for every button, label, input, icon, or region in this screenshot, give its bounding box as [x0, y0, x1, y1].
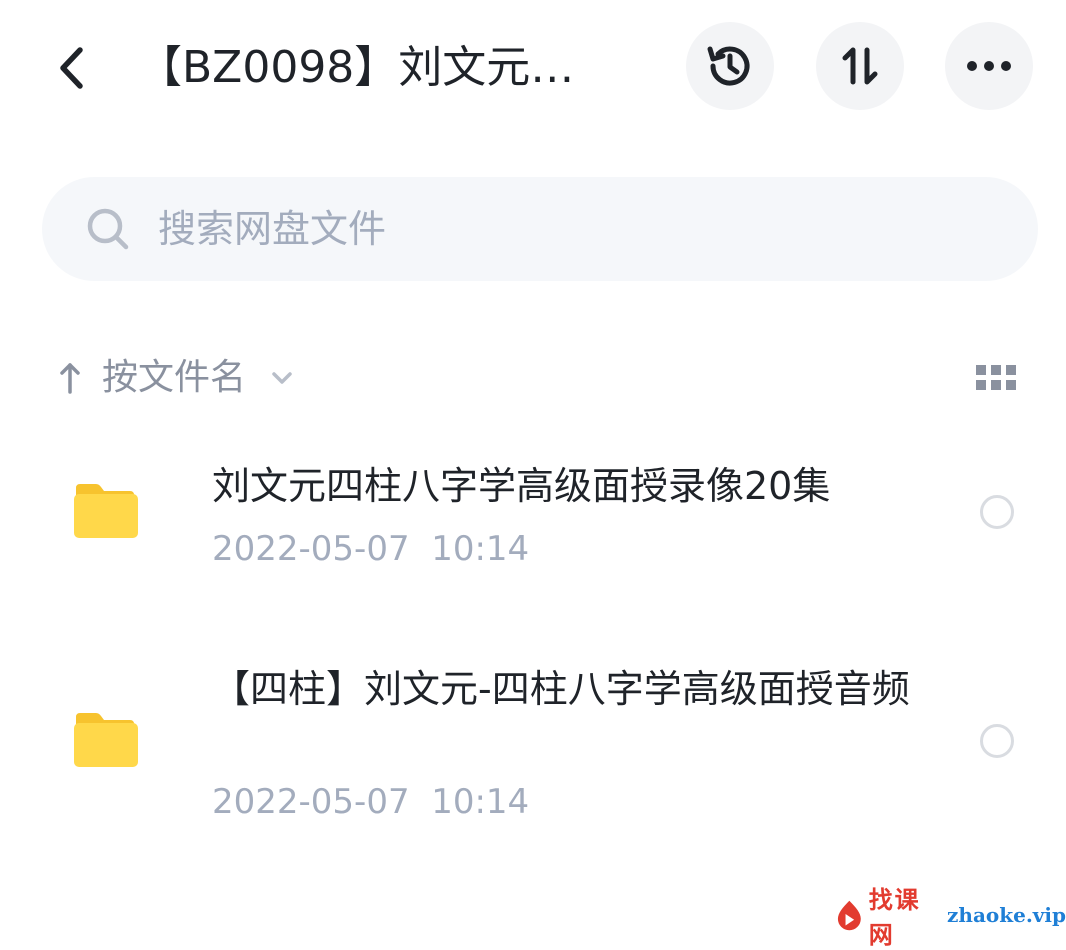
watermark-cn: 找课网: [868, 886, 921, 949]
watermark-en: zhaoke.vip: [947, 903, 1066, 927]
file-name: 刘文元四柱八字学高级面授录像20集: [212, 464, 831, 508]
search-bar[interactable]: [42, 177, 1038, 281]
sort-label: 按文件名: [102, 357, 247, 398]
file-name: 【四柱】刘文元-四柱八字学高级面授音频: [212, 667, 910, 711]
file-date: 2022-05-07 10:14: [212, 529, 530, 569]
folder-icon: [74, 713, 138, 767]
play-logo-icon: [837, 900, 861, 931]
history-button[interactable]: [686, 22, 774, 110]
watermark: 找课网 zhaoke.vip: [836, 886, 1066, 949]
history-icon: [707, 46, 750, 86]
more-button[interactable]: [945, 22, 1033, 110]
back-button[interactable]: [46, 40, 96, 96]
more-dots-icon: [967, 61, 1011, 71]
sort-by-name-button[interactable]: 按文件名: [46, 345, 296, 411]
sort-toggle-icon: [842, 47, 878, 85]
search-input[interactable]: [158, 195, 978, 263]
select-checkbox[interactable]: [980, 724, 1014, 758]
grid-view-button[interactable]: [976, 358, 1016, 398]
chevron-down-icon: [268, 345, 296, 411]
sort-button[interactable]: [816, 22, 904, 110]
folder-icon: [74, 484, 138, 538]
select-checkbox[interactable]: [980, 495, 1014, 529]
arrow-up-icon: [46, 345, 94, 411]
chevron-left-icon: [60, 47, 83, 89]
grid-view-icon: [976, 365, 1016, 390]
file-date: 2022-05-07 10:14: [212, 782, 530, 822]
search-icon: [87, 208, 129, 250]
top-bar: 【BZ0098】刘文元…: [0, 0, 1066, 135]
page-title: 【BZ0098】刘文元…: [138, 42, 575, 93]
sort-bar: 按文件名: [46, 345, 1026, 411]
